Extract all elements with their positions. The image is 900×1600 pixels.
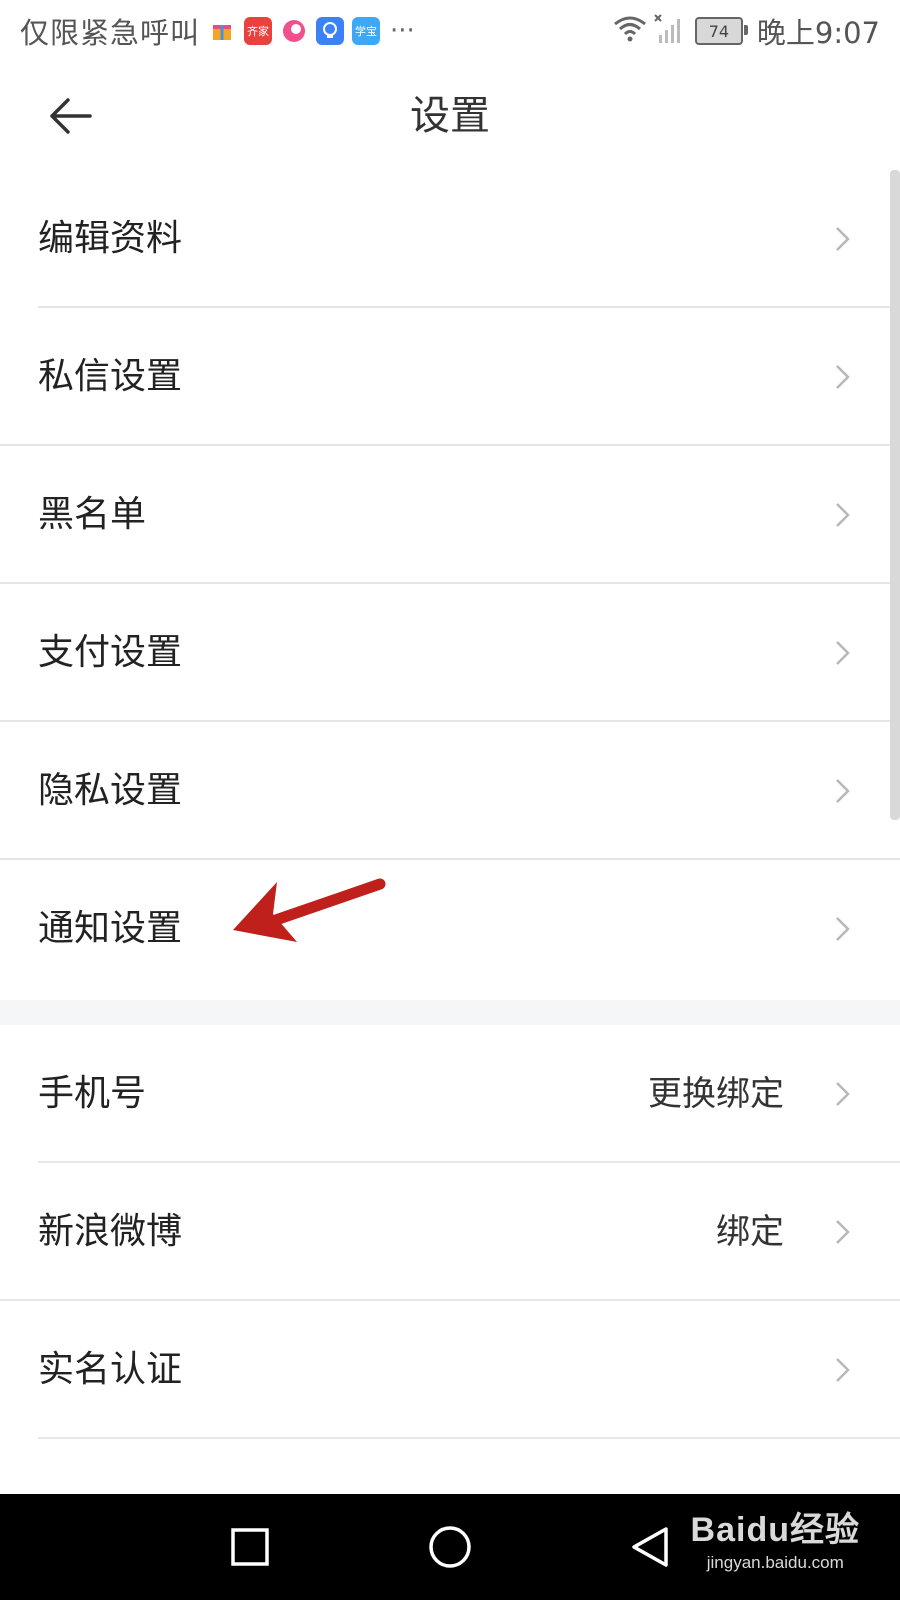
settings-row-real-name-auth[interactable]: 实名认证: [0, 1301, 900, 1439]
settings-row-edit-profile[interactable]: 编辑资料: [0, 170, 900, 308]
status-bar: 仅限紧急呼叫 齐家 学宝 ··· 74 晚上9:07: [0, 0, 900, 62]
xuebao-app-label: 学宝: [355, 25, 378, 38]
red-arrow-pointer: [233, 878, 386, 942]
settings-row-phone-number[interactable]: 手机号 更换绑定: [0, 1025, 900, 1163]
row-label: 实名认证: [38, 1349, 183, 1390]
settings-row-notification-settings[interactable]: 通知设置: [0, 860, 900, 998]
chevron-right-icon: [836, 917, 850, 941]
status-time: 晚上9:07: [756, 16, 880, 50]
settings-row-payment-settings[interactable]: 支付设置: [0, 584, 900, 722]
recent-apps-button[interactable]: [225, 1522, 275, 1572]
pink-app-icon: [280, 17, 309, 45]
qijia-app-label: 齐家: [247, 25, 270, 38]
signal-icon: [653, 13, 683, 49]
chevron-right-icon: [836, 779, 850, 803]
wifi-icon: [613, 14, 647, 48]
status-left: 仅限紧急呼叫 齐家 学宝 ···: [20, 10, 415, 52]
row-label: 支付设置: [38, 632, 183, 673]
gift-app-icon: [208, 17, 237, 45]
battery-icon: 74: [694, 17, 748, 45]
row-value: 绑定: [716, 1212, 784, 1252]
navigation-bar: Baidu经验 jingyan.baidu.com: [0, 1494, 900, 1600]
more-notifications-icon: ···: [390, 16, 415, 46]
baidu-jingyan-watermark: Baidu经验 jingyan.baidu.com: [691, 1502, 860, 1573]
qijia-app-icon: 齐家: [244, 17, 273, 45]
divider: [38, 1437, 900, 1439]
emergency-call-text: 仅限紧急呼叫: [20, 16, 201, 50]
settings-list-group-2: 手机号 更换绑定 新浪微博 绑定 实名认证: [0, 1025, 900, 1439]
settings-row-message-settings[interactable]: 私信设置: [0, 308, 900, 446]
row-label: 手机号: [38, 1073, 147, 1114]
chevron-right-icon: [836, 365, 850, 389]
row-label: 私信设置: [38, 356, 183, 397]
circle-icon: [429, 1526, 471, 1568]
triangle-back-icon: [632, 1527, 668, 1567]
chevron-right-icon: [836, 227, 850, 251]
chevron-right-icon: [836, 503, 850, 527]
chevron-right-icon: [836, 1220, 850, 1244]
scrollbar[interactable]: [890, 170, 900, 820]
chevron-right-icon: [836, 641, 850, 665]
row-value: 更换绑定: [648, 1074, 784, 1114]
chevron-right-icon: [836, 1358, 850, 1382]
row-label: 隐私设置: [38, 770, 183, 811]
header-bar: 设置: [0, 62, 900, 170]
row-label: 编辑资料: [38, 218, 183, 259]
row-label: 新浪微博: [38, 1211, 183, 1252]
page-title: 设置: [410, 93, 490, 139]
settings-list-group-1: 编辑资料 私信设置 黑名单 支付设置 隐私设置 通知设置: [0, 170, 900, 998]
watermark-url: jingyan.baidu.com: [706, 1553, 844, 1572]
xuebao-app-icon: 学宝: [352, 17, 381, 45]
nav-back-button[interactable]: [625, 1522, 675, 1572]
status-right: 74 晚上9:07: [613, 10, 880, 52]
settings-row-sina-weibo[interactable]: 新浪微博 绑定: [0, 1163, 900, 1301]
bulb-app-icon: [316, 17, 345, 45]
watermark-logo: Baidu经验: [690, 1511, 860, 1549]
square-icon: [231, 1528, 269, 1566]
battery-level: 74: [708, 21, 730, 41]
section-gap: [0, 1000, 900, 1025]
settings-row-privacy-settings[interactable]: 隐私设置: [0, 722, 900, 860]
settings-row-blacklist[interactable]: 黑名单: [0, 446, 900, 584]
row-label: 黑名单: [38, 494, 147, 535]
chevron-right-icon: [836, 1082, 850, 1106]
row-label: 通知设置: [38, 908, 183, 949]
home-button[interactable]: [425, 1522, 475, 1572]
